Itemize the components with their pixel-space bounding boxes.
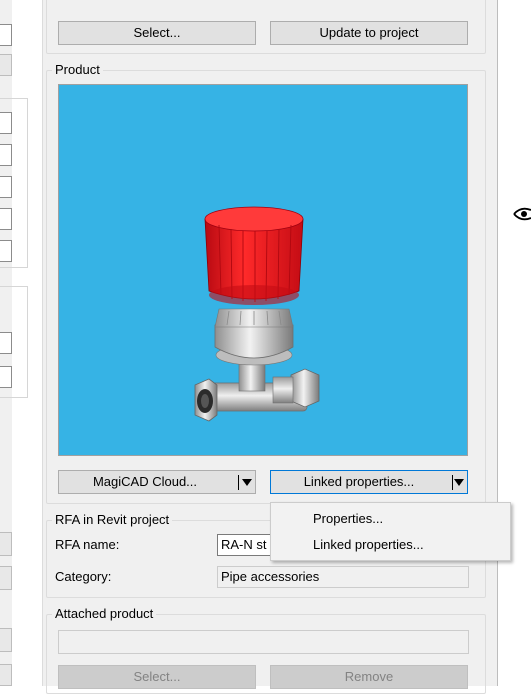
- split-separator: [452, 475, 453, 490]
- linked-properties-split-button[interactable]: Linked properties...: [270, 470, 468, 494]
- left-field-2[interactable]: [0, 54, 12, 76]
- menu-item-linked-properties[interactable]: Linked properties...: [313, 536, 424, 554]
- category-label: Category:: [55, 569, 112, 584]
- left-button-2[interactable]: [0, 566, 12, 590]
- product-3d-preview[interactable]: [58, 84, 468, 456]
- left-field-6[interactable]: [0, 208, 12, 230]
- left-field-5[interactable]: [0, 176, 12, 198]
- attached-product-field: [58, 630, 469, 654]
- split-separator: [238, 475, 239, 490]
- magicad-cloud-split-button[interactable]: MagiCAD Cloud...: [58, 470, 256, 494]
- update-to-project-button[interactable]: Update to project: [270, 21, 468, 45]
- rfa-name-label: RFA name:: [55, 537, 120, 552]
- chevron-down-icon[interactable]: [242, 479, 252, 486]
- product-group-title: Product: [52, 62, 103, 78]
- left-field-8[interactable]: [0, 332, 12, 354]
- chevron-down-icon[interactable]: [454, 479, 464, 486]
- left-button-1[interactable]: [0, 532, 12, 556]
- menu-item-properties[interactable]: Properties...: [313, 510, 383, 528]
- valve-model-image: [194, 206, 320, 422]
- left-field-7[interactable]: [0, 240, 12, 262]
- left-field-1[interactable]: [0, 24, 12, 46]
- attached-select-button[interactable]: Select...: [58, 665, 256, 689]
- eye-icon[interactable]: [512, 204, 531, 224]
- category-field: Pipe accessories: [217, 566, 469, 588]
- left-field-9[interactable]: [0, 366, 12, 388]
- left-field-3[interactable]: [0, 112, 12, 134]
- rfa-group-title: RFA in Revit project: [52, 512, 173, 528]
- attached-product-title: Attached product: [52, 606, 157, 622]
- linked-properties-label: Linked properties...: [303, 474, 415, 489]
- left-button-4[interactable]: [0, 664, 12, 686]
- select-product-button[interactable]: Select...: [58, 21, 256, 45]
- remove-button[interactable]: Remove: [270, 665, 468, 689]
- left-button-3[interactable]: [0, 628, 12, 652]
- left-field-4[interactable]: [0, 144, 12, 166]
- linked-properties-dropdown-menu: Properties... Linked properties...: [270, 502, 511, 561]
- magicad-cloud-label: MagiCAD Cloud...: [92, 474, 198, 489]
